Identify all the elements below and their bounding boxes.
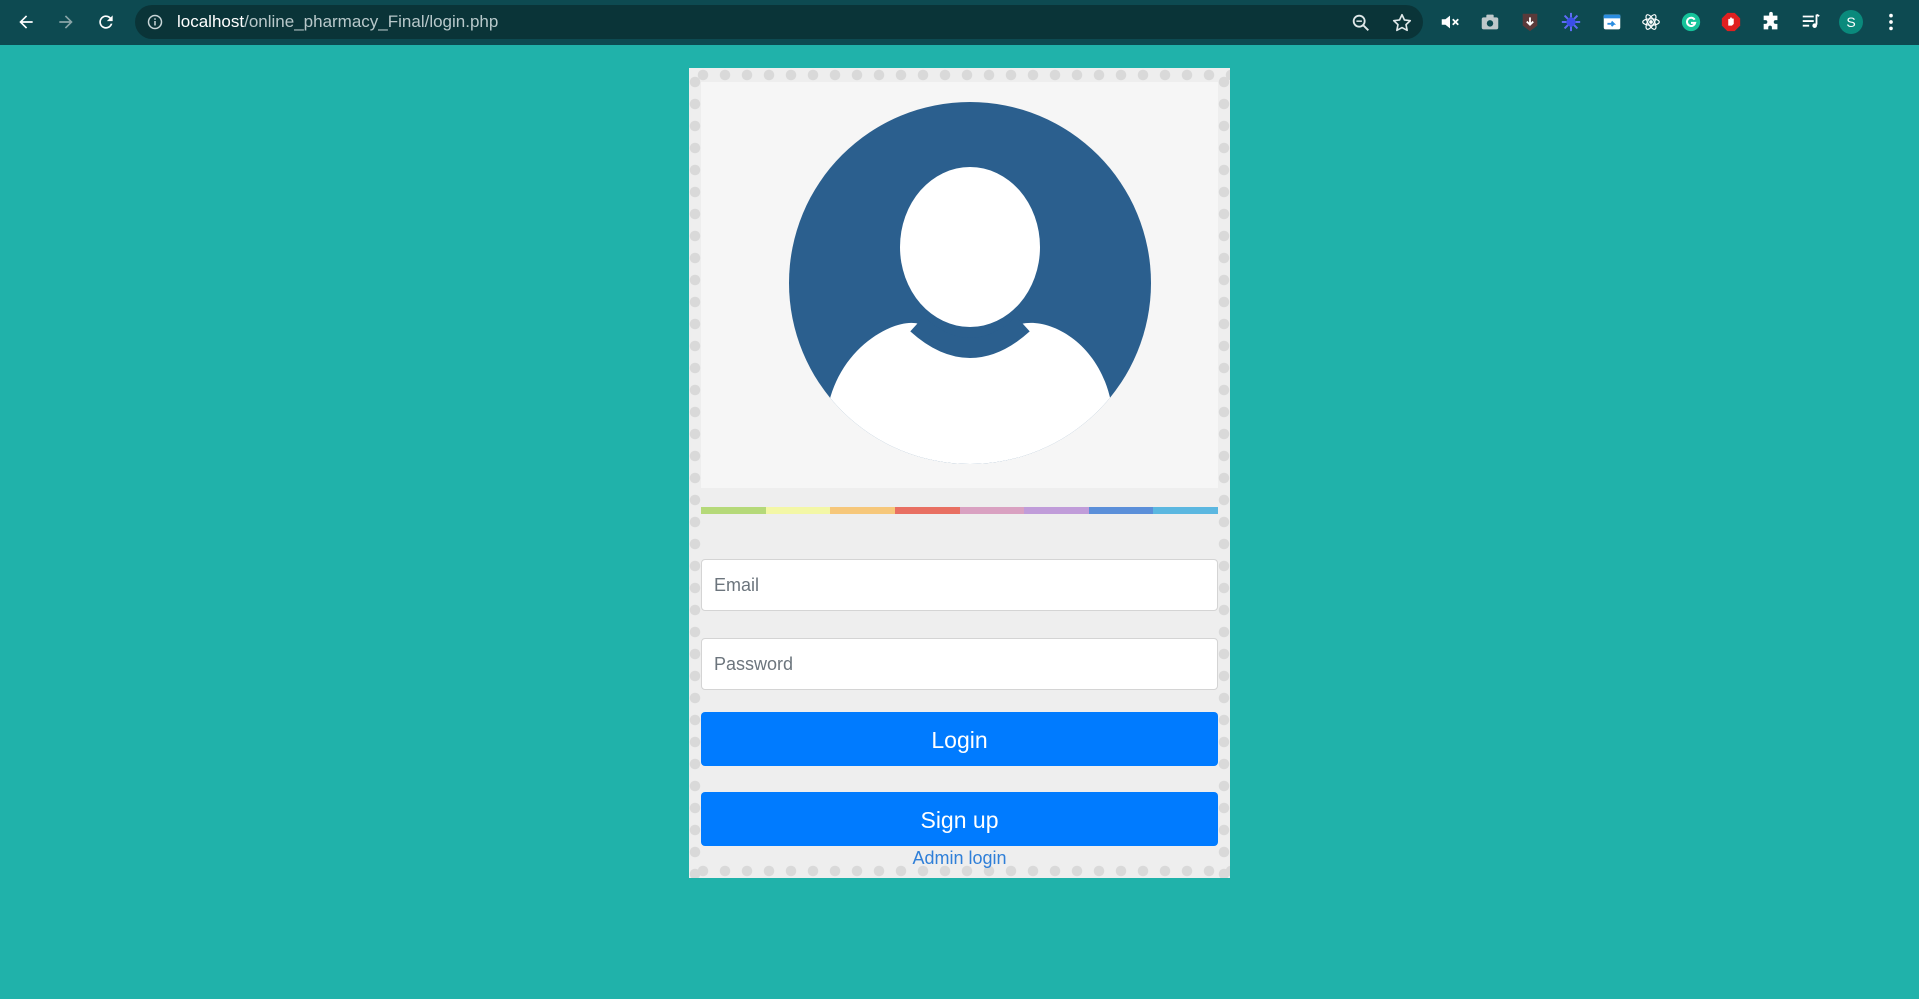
url-host: localhost (177, 12, 245, 31)
admin-login-link[interactable]: Admin login (689, 848, 1230, 869)
user-avatar-icon (789, 102, 1151, 464)
react-icon[interactable] (1639, 10, 1663, 34)
rainbow-divider (701, 507, 1218, 514)
email-field[interactable] (701, 559, 1218, 611)
login-button[interactable]: Login (701, 712, 1218, 766)
card-border-dots (689, 68, 1230, 82)
puzzle-icon[interactable] (1759, 10, 1783, 34)
address-bar[interactable]: localhost/online_pharmacy_Final/login.ph… (135, 5, 1423, 39)
download-icon[interactable] (1518, 10, 1542, 34)
zoom-icon[interactable] (1350, 12, 1372, 34)
mute-icon[interactable] (1438, 10, 1462, 34)
url-path: /online_pharmacy_Final/login.php (244, 12, 499, 31)
url-text: localhost/online_pharmacy_Final/login.ph… (177, 12, 498, 32)
signup-button[interactable]: Sign up (701, 792, 1218, 846)
profile-initial: S (1846, 14, 1856, 30)
grammarly-icon[interactable] (1679, 10, 1703, 34)
info-icon[interactable] (147, 14, 163, 30)
card-border-dots (1218, 68, 1230, 878)
back-arrow-icon[interactable] (11, 7, 41, 37)
browser-toolbar: localhost/online_pharmacy_Final/login.ph… (0, 0, 1919, 45)
share-icon[interactable] (1600, 10, 1624, 34)
avatar-panel (701, 82, 1218, 488)
forward-arrow-icon[interactable] (51, 7, 81, 37)
login-card: Login Sign up Admin login (689, 68, 1230, 878)
user-avatar-icon[interactable]: S (1839, 10, 1863, 34)
card-border-dots (689, 68, 701, 878)
camera-icon[interactable] (1478, 10, 1502, 34)
adblock-icon[interactable] (1719, 10, 1743, 34)
password-field[interactable] (701, 638, 1218, 690)
menu-icon[interactable] (1879, 10, 1903, 34)
media-icon[interactable] (1799, 10, 1823, 34)
star-icon[interactable] (1391, 12, 1413, 34)
gear-extension-icon[interactable] (1559, 10, 1583, 34)
reload-icon[interactable] (91, 7, 121, 37)
